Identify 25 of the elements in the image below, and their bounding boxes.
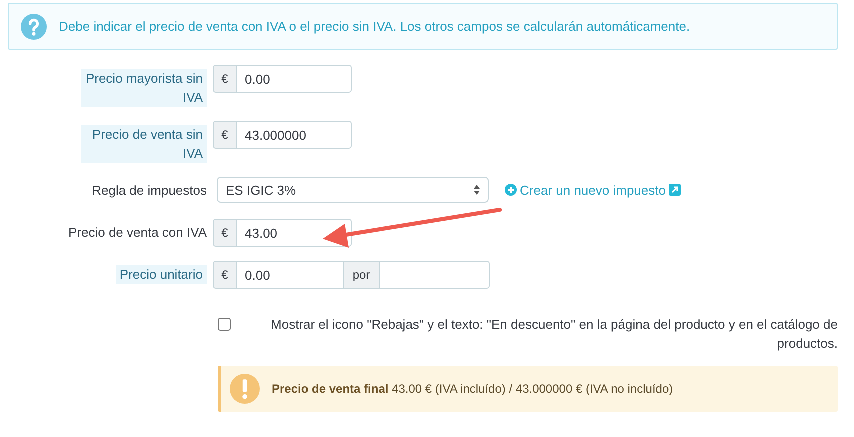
field-label: Regla de impuestos xyxy=(92,182,207,200)
price-field[interactable]: 0.00 xyxy=(237,65,352,93)
currency-addon: € xyxy=(213,219,237,247)
currency-addon: € xyxy=(213,121,237,149)
field-label: Precio mayorista sin IVA xyxy=(81,69,207,107)
updown-icon xyxy=(474,185,480,195)
field-label: Precio de venta con IVA xyxy=(68,224,207,242)
currency-addon: € xyxy=(213,65,237,93)
checkbox-label: Mostrar el icono "Rebajas" y el texto: "En descuento" en la página del producto y en el catálogo de productos. xyxy=(270,316,838,353)
plus-circle-icon xyxy=(505,184,517,196)
final-price-text: Precio de venta final 43.00 € (IVA incluído) / 43.000000 € (IVA no incluído) xyxy=(272,382,674,396)
tax-rule-select[interactable]: ES IGIC 3% xyxy=(217,177,489,203)
exclamation-icon xyxy=(230,374,260,404)
external-link-icon xyxy=(668,184,681,196)
info-message: Debe indicar el precio de venta con IVA o el precio sin IVA. Los otros campos se calcularán automáticamente. xyxy=(59,19,690,34)
price-field[interactable]: 0.00 xyxy=(237,261,344,289)
price-field[interactable]: 43.000000 xyxy=(237,121,352,149)
field-label: Precio unitario xyxy=(116,265,207,284)
unit-field[interactable] xyxy=(380,261,490,289)
checkbox[interactable] xyxy=(218,318,231,331)
field-label: Precio de venta sin IVA xyxy=(81,125,207,163)
unit-addon: por xyxy=(344,261,380,289)
question-icon xyxy=(21,14,47,40)
price-field[interactable]: 43.00 xyxy=(237,219,352,247)
currency-addon: € xyxy=(213,261,237,289)
